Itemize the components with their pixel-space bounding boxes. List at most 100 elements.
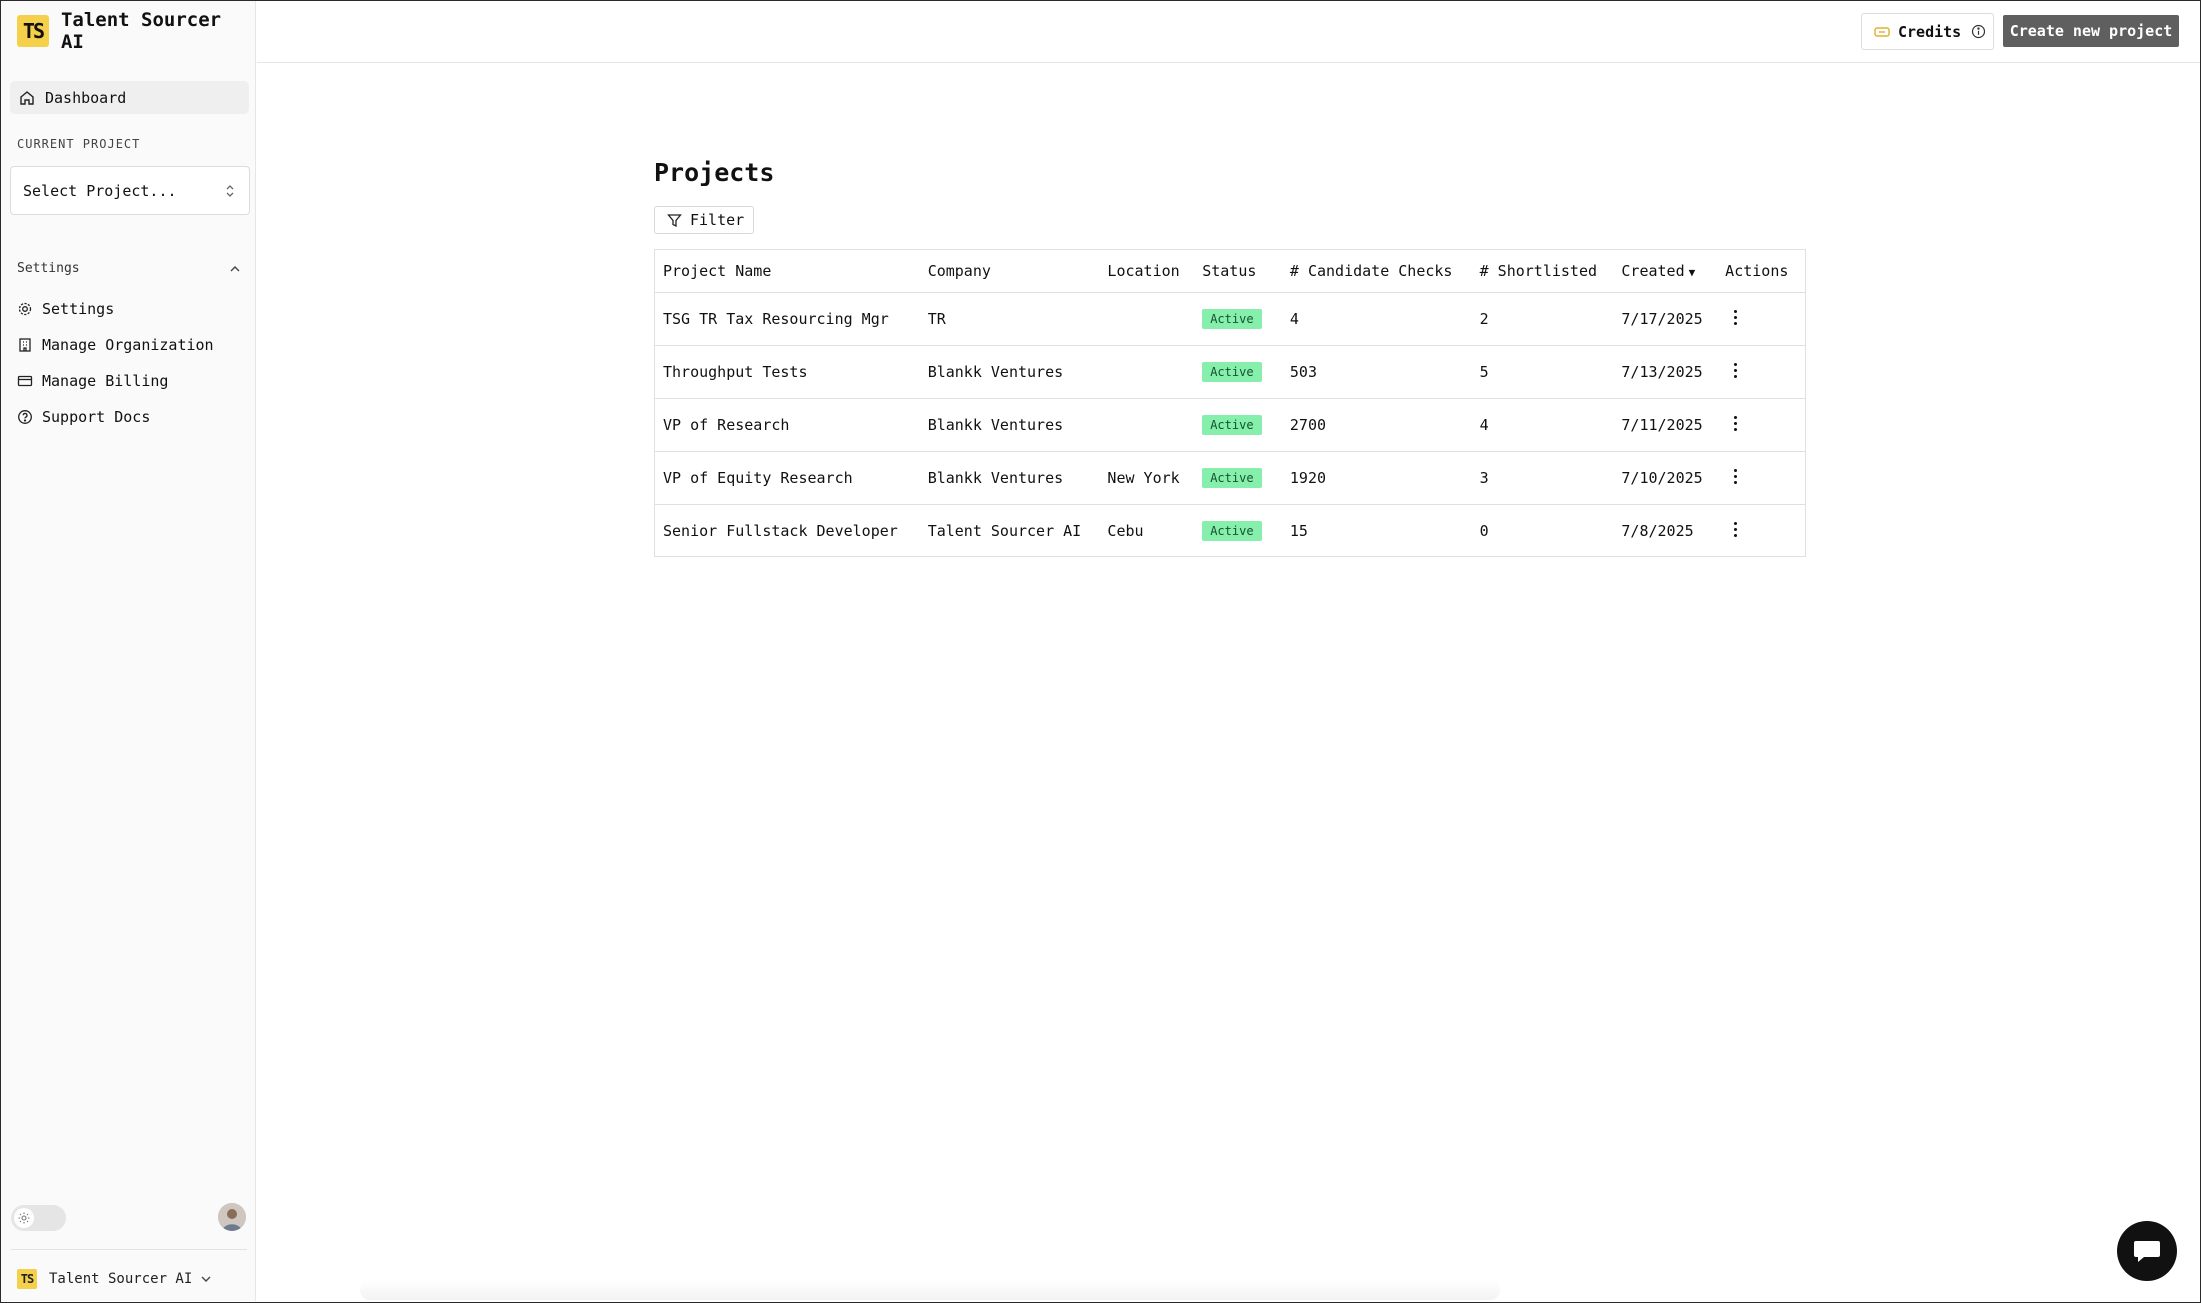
actions-cell xyxy=(1717,345,1805,399)
sidebar-divider xyxy=(11,1249,247,1250)
more-actions-icon[interactable] xyxy=(1725,413,1745,433)
company-cell: Blankk Ventures xyxy=(919,345,1100,399)
candidate-checks-cell: 15 xyxy=(1289,521,1308,540)
column-header-company[interactable]: Company xyxy=(919,250,1100,293)
location-cell xyxy=(1099,398,1195,452)
sidebar-item-manage-organization[interactable]: Manage Organization xyxy=(17,327,214,363)
brand[interactable]: TS Talent Sourcer AI xyxy=(17,9,255,53)
status-cell: Active xyxy=(1194,504,1282,557)
sidebar-item-settings[interactable]: Settings xyxy=(17,291,214,327)
status-badge: Active xyxy=(1202,467,1262,488)
status-cell: Active xyxy=(1194,292,1282,346)
more-actions-icon[interactable] xyxy=(1725,360,1745,380)
table-row[interactable]: TSG TR Tax Resourcing Mgr TR Active 4 2 … xyxy=(655,292,1805,346)
current-project-label: CURRENT PROJECT xyxy=(17,137,141,151)
table-row[interactable]: Throughput Tests Blankk Ventures Active … xyxy=(655,345,1805,399)
filter-label: Filter xyxy=(690,211,745,229)
more-actions-icon[interactable] xyxy=(1725,466,1745,486)
table-row[interactable]: Senior Fullstack Developer Talent Source… xyxy=(655,504,1805,557)
actions-cell xyxy=(1717,398,1805,452)
shortlisted-cell: 0 xyxy=(1479,521,1489,540)
created-cell: 7/10/2025 xyxy=(1613,451,1718,505)
sort-desc-icon: ▼ xyxy=(1688,265,1696,279)
credits-label: Credits xyxy=(1898,22,1962,41)
sidebar-item-label: Manage Billing xyxy=(42,372,169,390)
status-cell: Active xyxy=(1194,398,1282,452)
company-cell: Blankk Ventures xyxy=(919,398,1100,452)
company-cell: Talent Sourcer AI xyxy=(927,521,1082,540)
org-name: Talent Sourcer AI xyxy=(49,1271,193,1287)
candidate-checks-cell: 4 xyxy=(1281,292,1472,346)
app-logo: TS xyxy=(17,15,49,47)
sidebar-item-label: Settings xyxy=(42,300,115,318)
project-name-cell[interactable]: Throughput Tests xyxy=(655,345,920,399)
shortlisted-cell: 4 xyxy=(1471,398,1614,452)
sidebar: TS Talent Sourcer AI Dashboard CURRENT P… xyxy=(1,1,256,1301)
building-icon xyxy=(19,338,31,352)
chat-bubble-icon xyxy=(2134,1241,2160,1262)
user-avatar-icon xyxy=(218,1203,246,1231)
project-name-cell[interactable]: TSG TR Tax Resourcing Mgr xyxy=(655,292,920,346)
project-select-value: Select Project... xyxy=(23,181,177,200)
status-cell: Active xyxy=(1194,345,1282,399)
column-header-candidate-checks[interactable]: # Candidate Checks xyxy=(1281,250,1472,293)
settings-menu: Settings Manage Organization Manage Bill… xyxy=(17,291,214,435)
created-cell: 7/17/2025 xyxy=(1613,292,1718,346)
chevron-down-icon xyxy=(201,1276,211,1282)
create-new-project-button[interactable]: Create new project xyxy=(2003,15,2179,47)
org-logo: TS xyxy=(17,1269,37,1289)
project-name-cell[interactable]: VP of Research xyxy=(655,398,920,452)
projects-table: Project Name Company Location Status # C… xyxy=(654,249,1806,557)
created-cell: 7/8/2025 xyxy=(1621,521,1694,540)
created-cell: 7/13/2025 xyxy=(1613,345,1718,399)
credits-button[interactable]: Credits xyxy=(1861,13,1994,50)
more-actions-icon[interactable] xyxy=(1725,307,1745,327)
organization-switcher[interactable]: TS Talent Sourcer AI xyxy=(17,1269,212,1289)
theme-toggle-knob xyxy=(14,1208,34,1228)
project-name-cell[interactable]: Senior Fullstack Developer xyxy=(655,504,920,557)
table-row[interactable]: VP of Research Blankk Ventures Active 27… xyxy=(655,398,1805,452)
project-select[interactable]: Select Project... xyxy=(10,166,250,215)
location-cell xyxy=(1099,292,1195,346)
app-name: Talent Sourcer AI xyxy=(60,9,222,53)
company-cell: TR xyxy=(919,292,1100,346)
actions-cell xyxy=(1717,451,1805,505)
settings-section-toggle[interactable]: Settings xyxy=(17,261,241,276)
filter-button[interactable]: Filter xyxy=(654,206,754,234)
credit-card-icon xyxy=(17,375,33,387)
page-title: Projects xyxy=(654,158,775,187)
status-badge: Active xyxy=(1202,308,1262,329)
coupon-icon xyxy=(1874,26,1890,37)
table-row[interactable]: VP of Equity Research Blankk Ventures Ne… xyxy=(655,451,1805,505)
theme-toggle[interactable] xyxy=(11,1205,66,1231)
location-cell: New York xyxy=(1099,451,1195,505)
column-header-location[interactable]: Location xyxy=(1099,250,1195,293)
settings-section-label: Settings xyxy=(17,261,80,276)
sidebar-item-support-docs[interactable]: Support Docs xyxy=(17,399,214,435)
column-header-status[interactable]: Status xyxy=(1194,250,1282,293)
status-badge: Active xyxy=(1202,414,1262,435)
top-bar: Credits Create new project xyxy=(257,1,2200,63)
app-window xyxy=(0,0,2201,1303)
column-header-shortlisted[interactable]: # Shortlisted xyxy=(1471,250,1614,293)
column-header-project-name[interactable]: Project Name xyxy=(655,250,920,293)
sidebar-item-label: Dashboard xyxy=(45,88,127,107)
shortlisted-cell: 2 xyxy=(1471,292,1614,346)
avatar[interactable] xyxy=(218,1203,246,1231)
sidebar-item-dashboard[interactable]: Dashboard xyxy=(10,81,249,114)
sidebar-item-label: Support Docs xyxy=(42,408,151,426)
sun-icon xyxy=(18,1212,30,1224)
more-actions-icon[interactable] xyxy=(1725,519,1745,539)
chat-launcher-button[interactable] xyxy=(2117,1221,2177,1281)
column-header-created[interactable]: Created ▼ xyxy=(1613,250,1718,293)
table-header-row: Project Name Company Location Status # C… xyxy=(655,250,1805,293)
chevron-up-down-icon xyxy=(226,185,234,197)
bottom-shadow xyxy=(360,1280,1500,1300)
candidate-checks-cell: 1920 xyxy=(1281,451,1472,505)
shortlisted-cell: 3 xyxy=(1471,451,1614,505)
gear-icon xyxy=(18,302,32,316)
sidebar-item-label: Manage Organization xyxy=(42,336,214,354)
sidebar-item-manage-billing[interactable]: Manage Billing xyxy=(17,363,214,399)
project-name-cell[interactable]: VP of Equity Research xyxy=(655,451,920,505)
info-icon xyxy=(1972,24,1986,39)
